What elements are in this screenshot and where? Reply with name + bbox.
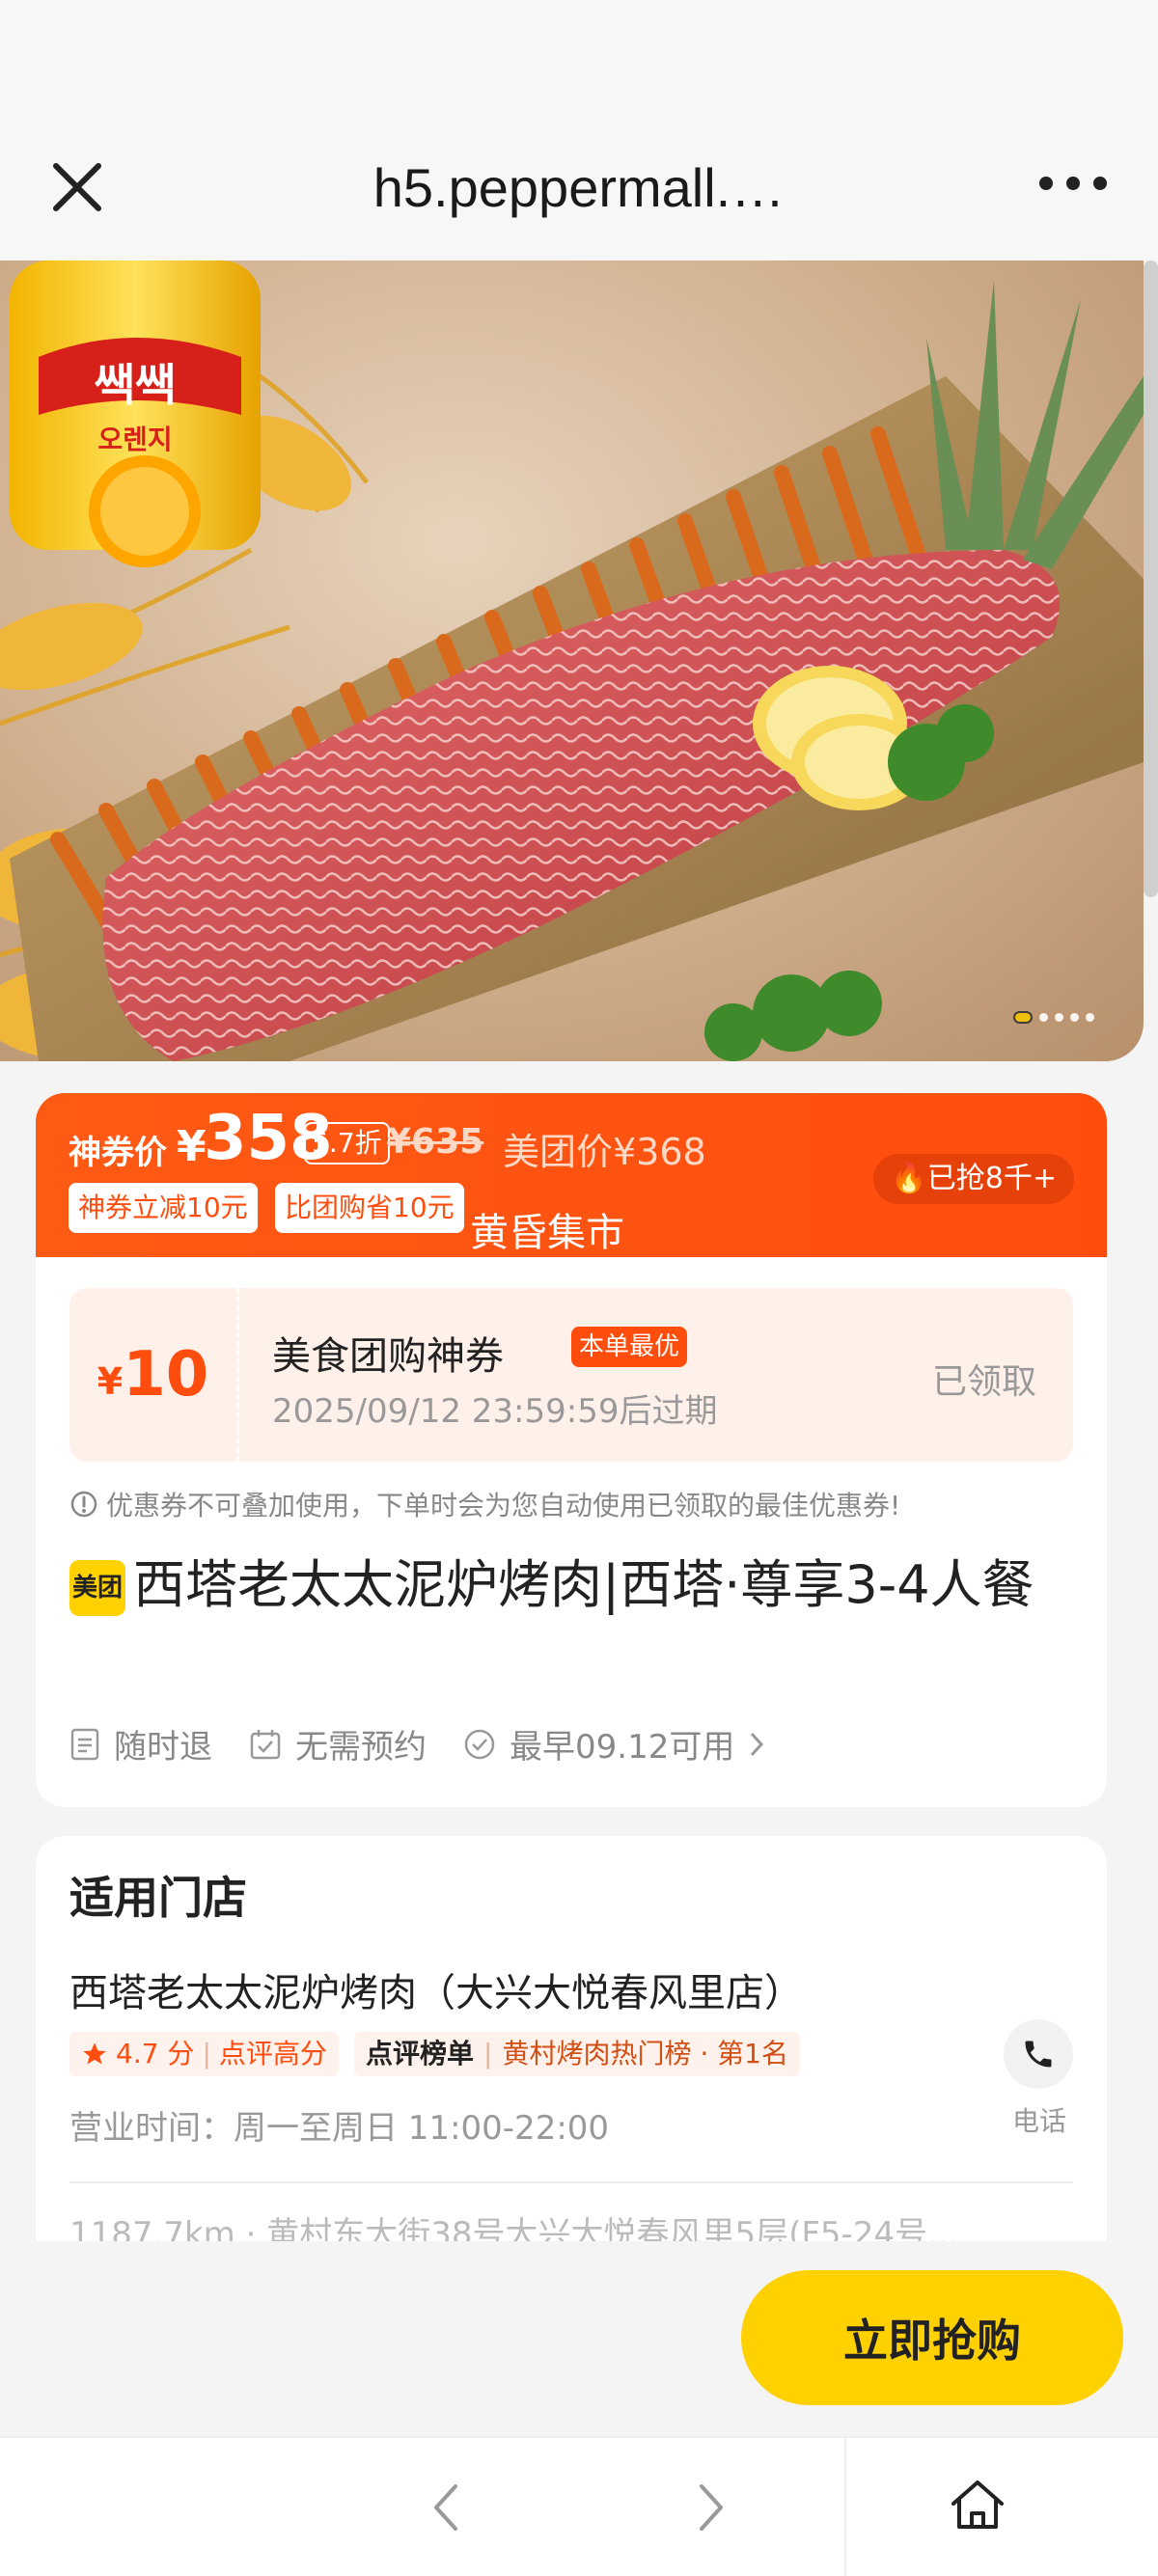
- group-saving-tag: 比团购省10元: [275, 1183, 464, 1233]
- check-circle-icon: [464, 1729, 495, 1759]
- meituan-price: 美团价¥368: [503, 1131, 706, 1173]
- coupon-saving-tag: 神券立减10元: [69, 1183, 258, 1233]
- ranking-title: 点评榜单: [366, 2038, 475, 2069]
- phone-button[interactable]: [1004, 2019, 1073, 2089]
- coupon-currency: ¥: [96, 1360, 124, 1403]
- deal-price-label: 神券价: [69, 1134, 167, 1172]
- chevron-right-icon: [751, 1732, 764, 1756]
- phone-label: 电话: [1011, 2105, 1066, 2137]
- feature-label: 无需预约: [295, 1728, 427, 1767]
- feature-refund: 随时退: [69, 1720, 212, 1768]
- document-icon: [70, 1728, 99, 1760]
- carousel-dot[interactable]: [1039, 1013, 1048, 1022]
- price-banner: 神券价 ¥ 358 5.7折 ¥635 美团价¥368 神券立减10元 比团购省…: [36, 1093, 1107, 1257]
- rating-value: 4.7 分: [116, 2038, 195, 2069]
- divider: [69, 2181, 1073, 2183]
- browser-bottom-nav: [0, 2436, 1158, 2576]
- discount-badge: 5.7折: [304, 1122, 390, 1165]
- sold-count-text: 已抢8千+: [926, 1162, 1057, 1195]
- feature-no-reservation: 无需预约: [249, 1720, 427, 1768]
- ranking-detail: 黄村烤肉热门榜 · 第1名: [502, 2038, 788, 2069]
- coupon-claimed-status[interactable]: 已领取: [932, 1354, 1036, 1404]
- store-section-title: 适用门店: [69, 1872, 247, 1924]
- original-price: ¥635: [387, 1122, 484, 1162]
- service-features[interactable]: 随时退 无需预约 最早09.12可用: [69, 1720, 765, 1768]
- close-icon[interactable]: [46, 156, 108, 218]
- best-coupon-badge: 本单最优: [571, 1327, 688, 1367]
- rating-note: 点评高分: [218, 2038, 327, 2069]
- page-url-title: h5.peppermall.…: [372, 157, 786, 218]
- rating-badge: 4.7 分 | 点评高分: [69, 2032, 339, 2076]
- deal-price-currency: ¥: [177, 1122, 207, 1171]
- chip-separator: |: [483, 2038, 493, 2069]
- coupon-amount-value: 10: [123, 1339, 209, 1411]
- product-title: 美团 西塔老太太泥炉烤肉|西塔·尊享3-4人餐: [69, 1547, 1044, 1624]
- drink-can-sub-label: 오렌지: [97, 424, 172, 455]
- drink-can-label: 쌕쌕: [95, 359, 177, 411]
- status-bar: [0, 0, 1158, 145]
- store-name[interactable]: 西塔老太太泥炉烤肉（大兴大悦春风里店）: [69, 1961, 803, 2017]
- scrollbar-thumb[interactable]: [1144, 260, 1158, 897]
- phone-icon: [1025, 2041, 1052, 2068]
- business-hours: 营业时间：周一至周日 11:00-22:00: [69, 2109, 610, 2148]
- coupon-expiry: 2025/09/12 23:59:59后过期: [272, 1392, 718, 1431]
- info-icon: [70, 1491, 97, 1518]
- sold-count-badge: 🔥已抢8千+: [873, 1154, 1074, 1204]
- back-arrow-icon[interactable]: [425, 2477, 467, 2538]
- overlay-caption: 黄昏集市: [470, 1211, 624, 1255]
- fire-icon: 🔥: [891, 1162, 927, 1195]
- coupon-notice-text: 优惠券不可叠加使用，下单时会为您自动使用已领取的最佳优惠券!: [106, 1490, 901, 1521]
- feature-label: 最早09.12可用: [510, 1728, 735, 1767]
- applicable-store-card: 适用门店 西塔老太太泥炉烤肉（大兴大悦春风里店） 4.7 分 | 点评高分 点评…: [36, 1836, 1107, 2241]
- product-hero-image[interactable]: 쌕쌕 오렌지: [0, 260, 1144, 1061]
- feature-available-date[interactable]: 最早09.12可用: [463, 1720, 765, 1768]
- coupon-card[interactable]: ¥ 10 美食团购神券 本单最优 2025/09/12 23:59:59后过期 …: [69, 1288, 1073, 1462]
- coupon-title: 美食团购神券: [272, 1334, 504, 1379]
- carousel-dot[interactable]: [1070, 1013, 1079, 1022]
- divider: [844, 2438, 846, 2576]
- product-title-text: 西塔老太太泥炉烤肉|西塔·尊享3-4人餐: [133, 1554, 1034, 1615]
- calendar-check-icon: [250, 1729, 281, 1759]
- carousel-dot[interactable]: [1013, 1011, 1033, 1024]
- feature-label: 随时退: [114, 1728, 212, 1767]
- deal-info-card: ¥ 10 美食团购神券 本单最优 2025/09/12 23:59:59后过期 …: [36, 1257, 1107, 1807]
- browser-top-bar: h5.peppermall.…: [0, 145, 1158, 260]
- more-options-icon[interactable]: [1034, 164, 1112, 203]
- store-address[interactable]: 1187.7km · 黄村东大街38号大兴大悦春风里5层(F5-24号...: [69, 2207, 959, 2241]
- forward-arrow-icon[interactable]: [690, 2477, 732, 2538]
- chip-separator: |: [202, 2038, 211, 2069]
- carousel-dot[interactable]: [1055, 1013, 1063, 1022]
- home-icon[interactable]: [948, 2475, 1007, 2535]
- coupon-amount: ¥ 10: [69, 1288, 239, 1462]
- ranking-badge[interactable]: 点评榜单 | 黄村烤肉热门榜 · 第1名: [354, 2032, 800, 2076]
- coupon-notice: 优惠券不可叠加使用，下单时会为您自动使用已领取的最佳优惠券!: [69, 1485, 900, 1523]
- buy-now-button[interactable]: 立即抢购: [741, 2270, 1123, 2405]
- meituan-logo: 美团: [69, 1560, 125, 1617]
- carousel-dot[interactable]: [1086, 1013, 1094, 1022]
- star-icon: [83, 2042, 106, 2065]
- carousel-indicator[interactable]: [1013, 1011, 1094, 1024]
